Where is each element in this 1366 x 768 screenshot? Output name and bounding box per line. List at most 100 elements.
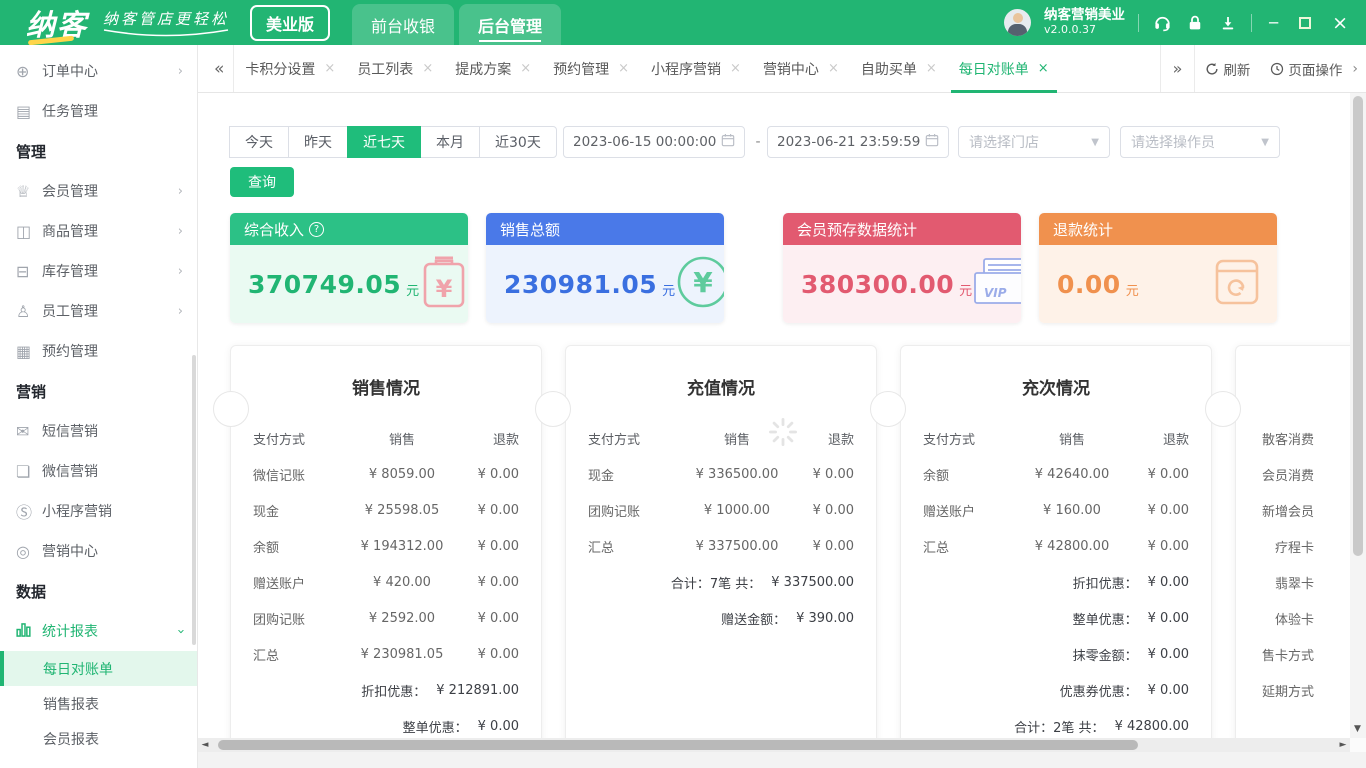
search-button[interactable]: 查询	[230, 167, 294, 197]
panel-summary: 折扣优惠： ¥ 212891.00 整单优惠： ¥ 0.00	[231, 672, 541, 738]
row-label: 散客消费	[1236, 420, 1350, 456]
summary-row: 优惠券优惠： ¥ 0.00	[901, 672, 1211, 708]
table-row: 现金 ¥ 25598.05 ¥ 0.00	[231, 492, 541, 528]
support-headset-icon[interactable]	[1152, 13, 1172, 33]
card-refund-total: 退款统计 0.00 元	[1039, 213, 1277, 323]
tab[interactable]: 提成方案 ×	[444, 45, 542, 93]
crown-icon: ♕	[16, 182, 42, 201]
horizontal-scrollbar[interactable]: ◄ ►	[198, 738, 1350, 752]
open-tabs: 卡积分设置 × 员工列表 × 提成方案 × 预约管理 × 小程序营销 ×	[234, 45, 1059, 93]
scroll-down-arrow-icon[interactable]: ▼	[1354, 724, 1361, 734]
scroll-left-arrow-icon[interactable]: ◄	[198, 740, 212, 750]
sidebar-item-wechat-marketing[interactable]: ❏ 微信营销	[0, 451, 197, 491]
scrollbar-corner	[1350, 738, 1366, 752]
panel-title	[1236, 346, 1350, 420]
account-version: v2.0.0.37	[1044, 24, 1125, 37]
download-icon[interactable]	[1218, 13, 1238, 33]
sidebar-item-staff-management[interactable]: ♙ 员工管理 ›	[0, 291, 197, 331]
scroll-right-arrow-icon[interactable]: ►	[1336, 740, 1350, 750]
sidebar-item-goods-management[interactable]: ◫ 商品管理 ›	[0, 211, 197, 251]
sidebar-item-miniprogram-marketing[interactable]: Ⓢ 小程序营销	[0, 491, 197, 531]
clock-icon	[1270, 62, 1284, 76]
tabs-expand-icon[interactable]: »	[1161, 59, 1195, 78]
help-icon[interactable]: ?	[309, 222, 324, 237]
summary-row: 赠送金额： ¥ 390.00	[566, 600, 876, 636]
sidebar: ⊕ 订单中心 › ▤ 任务管理 管理 ♕ 会员管理 › ◫ 商品管理 › ⊟ 库…	[0, 45, 198, 768]
tab[interactable]: 每日对账单 ×	[948, 45, 1060, 93]
tab[interactable]: 小程序营销 ×	[640, 45, 752, 93]
chevron-down-icon: ▼	[1261, 137, 1269, 148]
sidebar-item-member-management[interactable]: ♕ 会员管理 ›	[0, 171, 197, 211]
close-tab-icon[interactable]: ×	[520, 61, 531, 76]
tab[interactable]: 预约管理 ×	[542, 45, 640, 93]
range-button[interactable]: 近七天	[347, 126, 421, 158]
tab[interactable]: 卡积分设置 ×	[234, 45, 346, 93]
window-maximize-button[interactable]	[1299, 17, 1311, 29]
refresh-button[interactable]: 刷新	[1195, 59, 1260, 79]
sidebar-item-sms-marketing[interactable]: ✉ 短信营销	[0, 411, 197, 451]
sidebar-subitem-daily-statement[interactable]: 每日对账单	[0, 651, 197, 686]
lock-icon[interactable]	[1185, 13, 1205, 33]
chevron-right-icon: ›	[178, 224, 183, 239]
total-income-value: 370749.05	[248, 270, 401, 299]
close-tab-icon[interactable]: ×	[324, 61, 335, 76]
sidebar-scrollbar[interactable]	[192, 355, 196, 645]
panel-column-headers: 支付方式 销售 退款	[566, 420, 876, 456]
chevron-right-icon: ›	[178, 64, 183, 79]
range-button[interactable]: 今天	[229, 126, 289, 158]
close-tab-icon[interactable]: ×	[926, 61, 937, 76]
close-tab-icon[interactable]: ×	[828, 61, 839, 76]
panel-sales-situation: 销售情况 支付方式 销售 退款 微信记账 ¥ 8059.00 ¥ 0.00 现金…	[230, 345, 542, 738]
date-range-segmented-control: 今天 昨天 近七天 本月 近30天	[230, 126, 557, 158]
tab[interactable]: 营销中心 ×	[752, 45, 850, 93]
sidebar-item-task-management[interactable]: ▤ 任务管理	[0, 91, 197, 131]
sidebar-subitem-sales-report[interactable]: 销售报表	[0, 686, 197, 721]
topnav-front-cashier[interactable]: 前台收银	[352, 4, 454, 45]
sidebar-item-order-center[interactable]: ⊕ 订单中心 ›	[0, 51, 197, 91]
topnav-backend-admin[interactable]: 后台管理	[459, 4, 561, 45]
operator-select[interactable]: 请选择操作员 ▼	[1120, 126, 1280, 158]
vertical-scrollbar[interactable]: ▼	[1350, 93, 1366, 752]
row-label: 体验卡	[1236, 600, 1350, 636]
sidebar-subitem-member-report[interactable]: 会员报表	[0, 721, 197, 756]
table-row: 现金 ¥ 336500.00 ¥ 0.00	[566, 456, 876, 492]
close-tab-icon[interactable]: ×	[618, 61, 629, 76]
range-button[interactable]: 昨天	[288, 126, 348, 158]
sidebar-item-inventory-management[interactable]: ⊟ 库存管理 ›	[0, 251, 197, 291]
start-datetime-input[interactable]: 2023-06-15 00:00:00	[563, 126, 745, 158]
vertical-scrollbar-thumb[interactable]	[1353, 96, 1363, 556]
wechat-icon: ❏	[16, 462, 42, 481]
chevron-right-icon: ›	[178, 264, 183, 279]
sidebar-item-marketing-center[interactable]: ◎ 营销中心	[0, 531, 197, 571]
topbar-divider	[1138, 14, 1139, 32]
chevron-right-icon[interactable]: ›	[1352, 61, 1366, 77]
range-button[interactable]: 本月	[420, 126, 480, 158]
close-tab-icon[interactable]: ×	[730, 61, 741, 76]
window-minimize-button[interactable]: ─	[1265, 14, 1282, 32]
card-total-income: 综合收入 ? 370749.05 元 ¥	[230, 213, 468, 323]
close-tab-icon[interactable]: ×	[1038, 61, 1049, 76]
table-row: 团购记账 ¥ 2592.00 ¥ 0.00	[231, 600, 541, 636]
account-name: 纳客营销美业	[1044, 8, 1125, 24]
avatar[interactable]	[1004, 9, 1031, 36]
range-button[interactable]: 近30天	[479, 126, 557, 158]
table-row: 余额 ¥ 194312.00 ¥ 0.00	[231, 528, 541, 564]
horizontal-scrollbar-thumb[interactable]	[218, 740, 1138, 750]
sidebar-item-booking-management[interactable]: ▦ 预约管理	[0, 331, 197, 371]
close-tab-icon[interactable]: ×	[422, 61, 433, 76]
card-total-sales: 销售总额 230981.05 元 ¥	[486, 213, 724, 323]
page-operations-button[interactable]: 页面操作	[1260, 59, 1352, 79]
store-select[interactable]: 请选择门店 ▼	[958, 126, 1110, 158]
tabs-collapse-icon[interactable]: «	[198, 59, 233, 79]
end-datetime-input[interactable]: 2023-06-21 23:59:59	[767, 126, 949, 158]
panel-title: 充值情况	[566, 346, 876, 420]
sidebar-item-statistics-reports[interactable]: 统计报表 ›	[0, 611, 197, 651]
tab[interactable]: 自助买单 ×	[850, 45, 948, 93]
target-icon: ◎	[16, 542, 42, 561]
person-icon: ♙	[16, 302, 42, 321]
tab[interactable]: 员工列表 ×	[346, 45, 444, 93]
slogan-underline-decor	[102, 29, 230, 38]
chevron-down-icon: ▼	[1091, 137, 1099, 148]
window-close-button[interactable]: ×	[1328, 12, 1352, 34]
table-row: 汇总 ¥ 42800.00 ¥ 0.00	[901, 528, 1211, 564]
